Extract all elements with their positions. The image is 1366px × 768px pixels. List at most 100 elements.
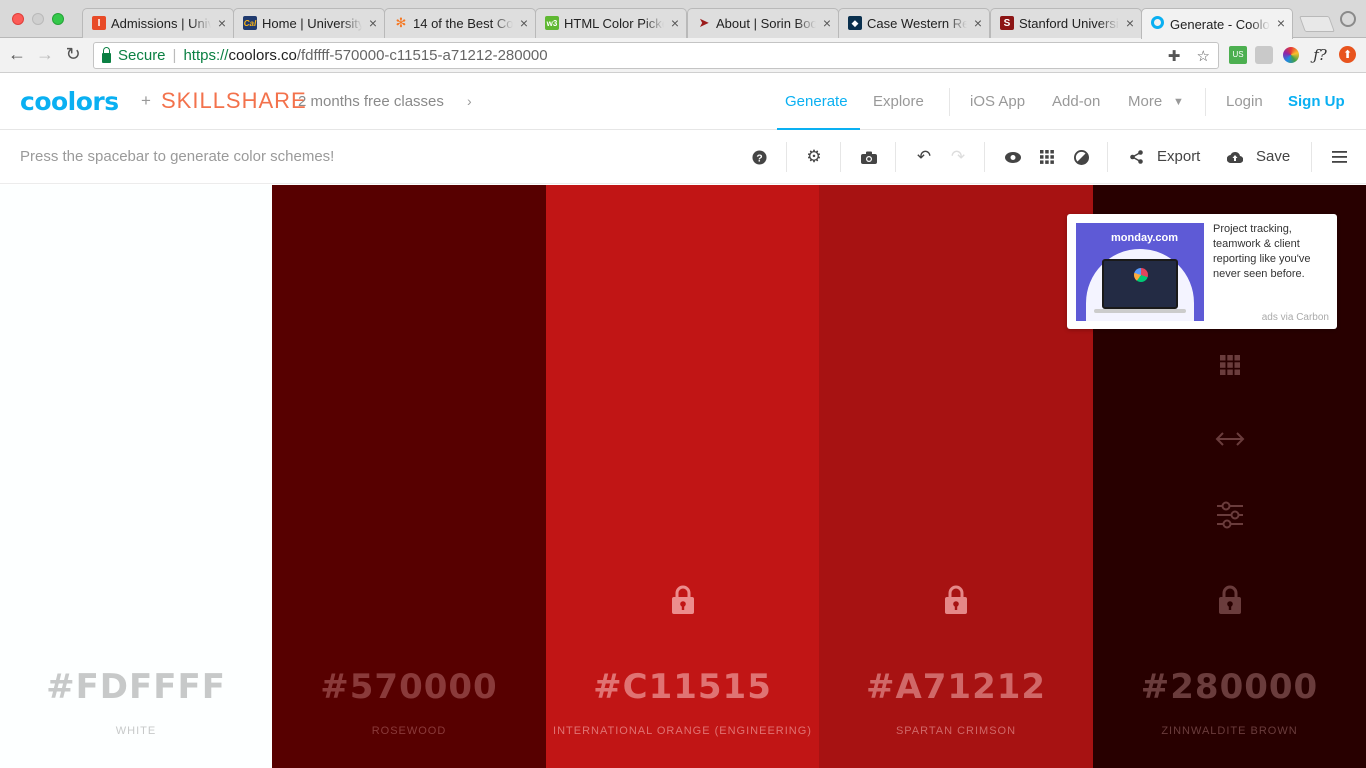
swatch-name: ROSEWOOD <box>371 725 447 737</box>
site-header: coolors + SKILLSHARE 2 months free class… <box>0 74 1366 130</box>
swatch-name: ZINNWALDITE BROWN <box>1161 725 1298 737</box>
spacebar-hint: Press the spacebar to generate color sch… <box>20 148 335 165</box>
bookmark-star-icon[interactable]: ☆ <box>1197 48 1210 65</box>
coolors-favicon-icon <box>1151 16 1164 29</box>
promo-link[interactable]: 2 months free classes <box>298 93 444 110</box>
browser-tab[interactable]: w3 HTML Color Picke × <box>535 8 687 38</box>
maximize-window-button[interactable] <box>52 13 64 25</box>
swatch-hex[interactable]: #570000 <box>272 667 546 707</box>
toolbar-divider <box>1107 142 1108 172</box>
share-icon[interactable] <box>1126 147 1146 167</box>
font-extension-icon[interactable]: ƒ? <box>1311 46 1329 64</box>
swatch-hex[interactable]: #A71212 <box>819 667 1093 707</box>
skillshare-logo[interactable]: SKILLSHARE <box>161 88 307 114</box>
drag-arrows-icon[interactable] <box>1215 431 1245 447</box>
reload-icon[interactable]: ↻ <box>62 44 84 65</box>
toolbar-divider <box>1311 142 1312 172</box>
color-swatch[interactable]: #C11515 INTERNATIONAL ORANGE (ENGINEERIN… <box>546 185 819 768</box>
close-tab-icon[interactable]: × <box>218 15 226 31</box>
logo-plus: + <box>141 91 151 110</box>
undo-icon[interactable]: ↶ <box>914 147 934 167</box>
browser-tab[interactable]: S Stanford Universi × <box>990 8 1142 38</box>
close-tab-icon[interactable]: × <box>823 15 831 31</box>
w3schools-favicon-icon: w3 <box>545 16 559 30</box>
address-bar[interactable]: Secure | https:// coolors.co /fdffff-570… <box>93 42 1219 69</box>
swatch-name: WHITE <box>115 725 157 737</box>
browser-tab-active[interactable]: Generate - Coolo × <box>1141 8 1293 39</box>
color-swatch[interactable]: #A71212 SPARTAN CRIMSON <box>819 185 1093 768</box>
save-button[interactable]: Save <box>1256 148 1290 165</box>
ad-text[interactable]: Project tracking, teamwork & client repo… <box>1213 222 1331 282</box>
chevron-right-icon: › <box>467 93 472 109</box>
redo-icon[interactable]: ↷ <box>948 147 968 167</box>
close-tab-icon[interactable]: × <box>520 15 528 31</box>
close-tab-icon[interactable]: × <box>1126 15 1134 31</box>
nav-ios-app[interactable]: iOS App <box>970 93 1025 110</box>
pie-illustration <box>1134 268 1148 282</box>
browser-tab[interactable]: ✻ 14 of the Best Co × <box>384 8 536 38</box>
swatch-hex[interactable]: #C11515 <box>546 667 819 707</box>
close-tab-icon[interactable]: × <box>1277 15 1285 31</box>
eye-icon[interactable] <box>1003 147 1023 167</box>
help-icon[interactable]: ? <box>749 147 769 167</box>
browser-tab[interactable]: I Admissions | Univ × <box>82 8 234 38</box>
nav-explore[interactable]: Explore <box>873 93 924 110</box>
carbon-ad[interactable]: monday.com Project tracking, teamwork & … <box>1067 214 1337 329</box>
nav-more[interactable]: More <box>1128 93 1162 110</box>
sliders-icon[interactable] <box>1215 501 1245 529</box>
cal-favicon-icon: Cal <box>243 16 257 30</box>
cwru-favicon-icon: ◆ <box>848 16 862 30</box>
hubspot-favicon-icon: ✻ <box>395 15 407 30</box>
browser-tab[interactable]: Cal Home | University × <box>233 8 385 38</box>
monday-logo: monday.com <box>1111 232 1179 244</box>
close-tab-icon[interactable]: × <box>974 15 982 31</box>
settings-icon[interactable]: ⚙ <box>804 147 824 167</box>
color-swatch[interactable]: #570000 ROSEWOOD <box>272 185 546 768</box>
shades-grid-icon[interactable] <box>1215 353 1245 377</box>
nav-addon[interactable]: Add-on <box>1052 93 1100 110</box>
ad-attribution[interactable]: ads via Carbon <box>1262 312 1329 323</box>
us-extension-icon[interactable]: US <box>1229 46 1247 64</box>
lock-icon[interactable] <box>1218 585 1242 615</box>
color-picker-extension-icon[interactable] <box>1283 47 1299 63</box>
profile-icon[interactable] <box>1340 11 1356 27</box>
close-tab-icon[interactable]: × <box>369 15 377 31</box>
adjust-icon[interactable] <box>1071 147 1091 167</box>
bird-favicon-icon: ➤ <box>698 15 710 30</box>
generator-toolbar: Press the spacebar to generate color sch… <box>0 130 1366 184</box>
forward-icon[interactable]: → <box>34 44 56 65</box>
lock-icon[interactable] <box>671 585 695 615</box>
nav-signup[interactable]: Sign Up <box>1288 93 1345 110</box>
swatch-name: SPARTAN CRIMSON <box>895 725 1017 737</box>
address-separator: | <box>172 47 177 64</box>
menu-icon[interactable] <box>1329 147 1349 167</box>
swatch-hex[interactable]: #280000 <box>1093 667 1366 707</box>
new-tab-button[interactable] <box>1299 16 1335 32</box>
extension-blocked-icon[interactable]: ✚ <box>1168 48 1181 65</box>
camera-icon[interactable] <box>859 147 879 167</box>
lock-icon[interactable] <box>944 585 968 615</box>
close-tab-icon[interactable]: × <box>671 15 679 31</box>
back-icon[interactable]: ← <box>6 44 28 65</box>
upload-icon[interactable] <box>1225 147 1245 167</box>
grid-icon[interactable] <box>1037 147 1057 167</box>
chevron-down-icon[interactable]: ▼ <box>1173 96 1184 108</box>
browser-toolbar: ← → ↻ Secure | https:// coolors.co /fdff… <box>0 38 1366 73</box>
svg-text:?: ? <box>756 153 762 164</box>
browser-tab[interactable]: ➤ About | Sorin Boo × <box>687 8 839 38</box>
update-extension-icon[interactable]: ⬆ <box>1339 46 1356 63</box>
swatch-hex[interactable]: #FDFFFF <box>0 667 272 707</box>
extension-icon[interactable] <box>1255 46 1273 64</box>
nav-generate[interactable]: Generate <box>785 93 848 110</box>
stanford-favicon-icon: S <box>1000 16 1014 30</box>
coolors-logo[interactable]: coolors <box>20 87 119 116</box>
browser-tab-strip: I Admissions | Univ × Cal Home | Univers… <box>0 0 1366 39</box>
export-button[interactable]: Export <box>1157 148 1200 165</box>
nav-login[interactable]: Login <box>1226 93 1263 110</box>
browser-tab[interactable]: ◆ Case Western Re × <box>838 8 990 38</box>
ad-image[interactable]: monday.com <box>1076 223 1204 321</box>
minimize-window-button[interactable] <box>32 13 44 25</box>
nav-divider <box>949 88 950 116</box>
close-window-button[interactable] <box>12 13 24 25</box>
color-swatch[interactable]: #FDFFFF WHITE <box>0 185 272 768</box>
